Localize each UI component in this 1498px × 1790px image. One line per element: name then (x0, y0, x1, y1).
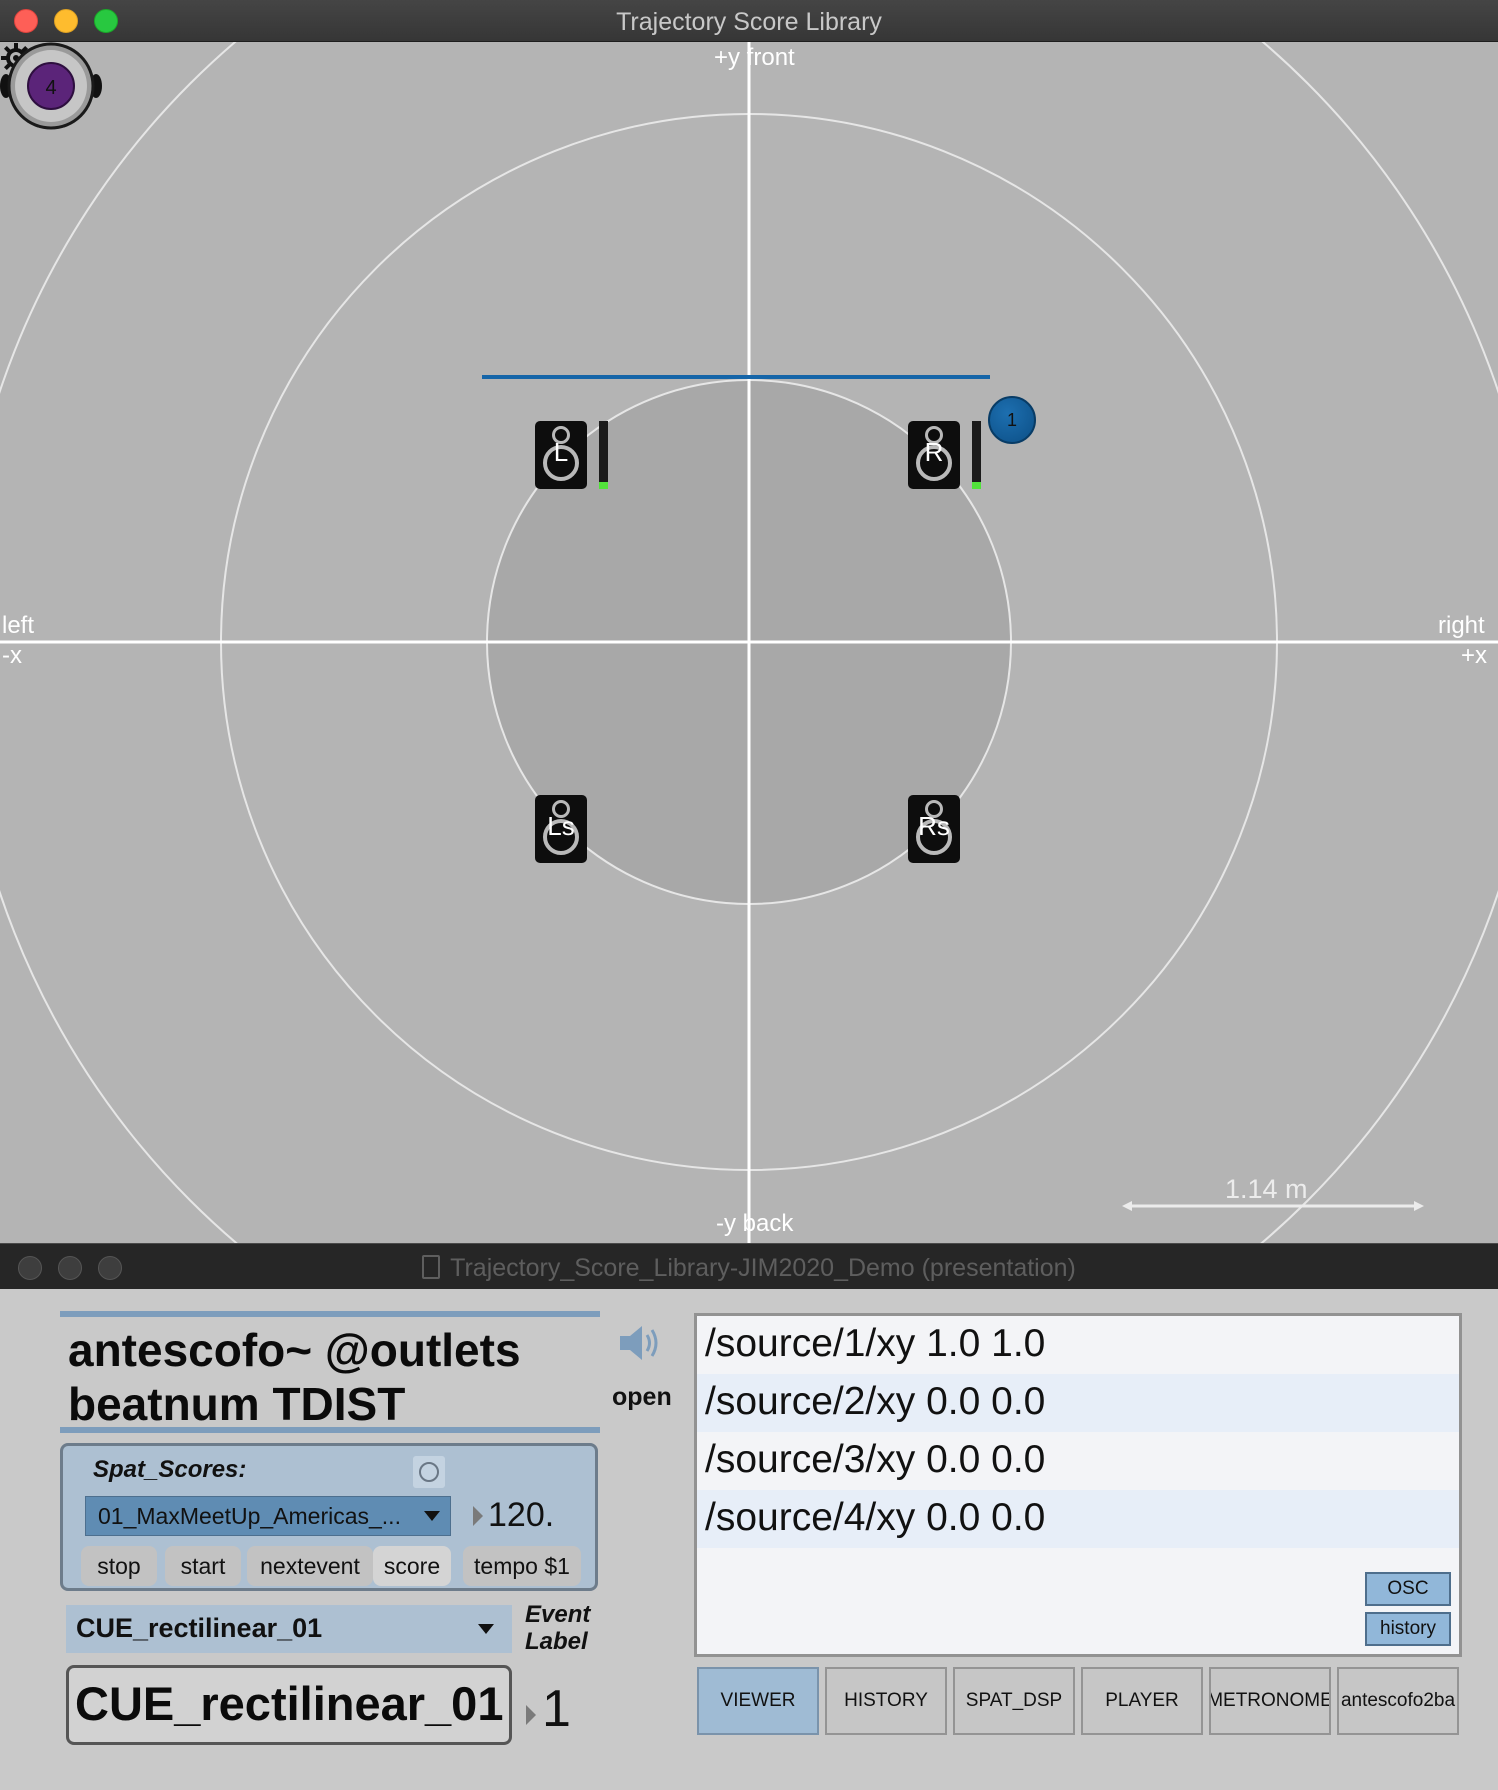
speaker-volume-icon[interactable] (618, 1323, 662, 1363)
right-label: right (1438, 612, 1485, 639)
start-button[interactable]: start (165, 1546, 241, 1586)
speaker-label: Ls (547, 811, 575, 841)
cue-select-value: CUE_rectilinear_01 (76, 1613, 323, 1643)
speaker-R[interactable]: R (908, 421, 960, 489)
window-titlebar[interactable]: Trajectory Score Library (0, 0, 1498, 42)
comment-line-2: beatnum TDIST (68, 1378, 406, 1430)
patcher-titlebar[interactable]: Trajectory_Score_Library-JIM2020_Demo (p… (0, 1243, 1498, 1289)
source-1-handle[interactable]: 1 (988, 396, 1036, 444)
list-item[interactable]: /source/2/xy 0.0 0.0 (697, 1374, 1459, 1432)
speaker-label: R (924, 437, 944, 467)
speaker-L[interactable]: L (535, 421, 587, 489)
patcher-window: Trajectory_Score_Library-JIM2020_Demo (p… (0, 1243, 1498, 1790)
chevron-down-icon (478, 1624, 494, 1634)
speaker-label: L (553, 437, 569, 467)
window-title: Trajectory Score Library (616, 8, 882, 36)
list-item[interactable]: /source/1/xy 1.0 1.0 (697, 1316, 1459, 1374)
list-item[interactable]: /source/3/xy 0.0 0.0 (697, 1432, 1459, 1490)
plus-x-label: +x (1461, 642, 1488, 669)
antescofo-comment: antescofo~ @outlets beatnum TDIST (60, 1311, 600, 1433)
list-item[interactable]: /source/4/xy 0.0 0.0 (697, 1490, 1459, 1548)
listener-head[interactable]: 4 (0, 42, 102, 130)
cue-message-text: CUE_rectilinear_01 (75, 1677, 504, 1730)
cue-message-box[interactable]: CUE_rectilinear_01 (66, 1665, 512, 1745)
back-label: -y back (716, 1210, 794, 1237)
chevron-down-icon (424, 1511, 440, 1521)
tab-antescofo2ba[interactable]: antescofo2ba (1337, 1667, 1459, 1735)
spat-scores-panel: Spat_Scores: 01_MaxMeetUp_Americas_... 1… (60, 1443, 598, 1591)
spatial-viewer[interactable]: +y front -y back left -x right +x L R Ls… (0, 42, 1498, 1243)
speaker-label: Rs (918, 811, 950, 841)
comment-line-1: antescofo~ @outlets (68, 1324, 521, 1376)
viewer-canvas (0, 42, 1498, 1243)
tab-player[interactable]: PLAYER (1081, 1667, 1203, 1735)
minus-x-label: -x (2, 642, 22, 669)
tempo-button[interactable]: tempo $1 (463, 1546, 581, 1586)
event-number-box[interactable]: 1 (542, 1679, 571, 1739)
scale-label: 1.14 m (1225, 1174, 1308, 1204)
osc-message-list[interactable]: /source/1/xy 1.0 1.0 /source/2/xy 0.0 0.… (694, 1313, 1462, 1657)
document-icon (422, 1255, 441, 1279)
number-triangle-icon (473, 1506, 483, 1526)
event-label-caption: Event Label (525, 1601, 591, 1655)
tab-spat-dsp[interactable]: SPAT_DSP (953, 1667, 1075, 1735)
speaker-Ls[interactable]: Ls (535, 795, 587, 863)
score-select-menu[interactable]: 01_MaxMeetUp_Americas_... (85, 1496, 451, 1536)
spat-scores-title: Spat_Scores: (93, 1456, 247, 1483)
speaker-Rs[interactable]: Rs (908, 795, 960, 863)
spat-viewer-window: Trajectory Score Library +y front -y bac… (0, 0, 1498, 1243)
cue-select-menu[interactable]: CUE_rectilinear_01 (66, 1605, 512, 1653)
front-label: +y front (714, 44, 795, 71)
score-select-value: 01_MaxMeetUp_Americas_... (98, 1503, 401, 1529)
spat-scores-toggle[interactable] (413, 1456, 445, 1488)
number-triangle-icon (526, 1705, 536, 1725)
level-meter-R (972, 421, 981, 489)
source-4-label: 4 (45, 77, 56, 99)
tempo-number-box[interactable]: 120. (488, 1496, 554, 1535)
tab-history[interactable]: HISTORY (825, 1667, 947, 1735)
patcher-title: Trajectory_Score_Library-JIM2020_Demo (p… (450, 1254, 1076, 1282)
score-button[interactable]: score (373, 1546, 451, 1586)
level-meter-L (599, 421, 608, 489)
open-button[interactable]: open (612, 1383, 672, 1412)
tab-viewer[interactable]: VIEWER (697, 1667, 819, 1735)
left-label: left (2, 612, 35, 639)
stop-button[interactable]: stop (81, 1546, 157, 1586)
history-button[interactable]: history (1365, 1612, 1451, 1646)
nextevent-button[interactable]: nextevent (247, 1546, 373, 1586)
osc-button[interactable]: OSC (1365, 1572, 1451, 1606)
tab-metronome[interactable]: METRONOME (1209, 1667, 1331, 1735)
